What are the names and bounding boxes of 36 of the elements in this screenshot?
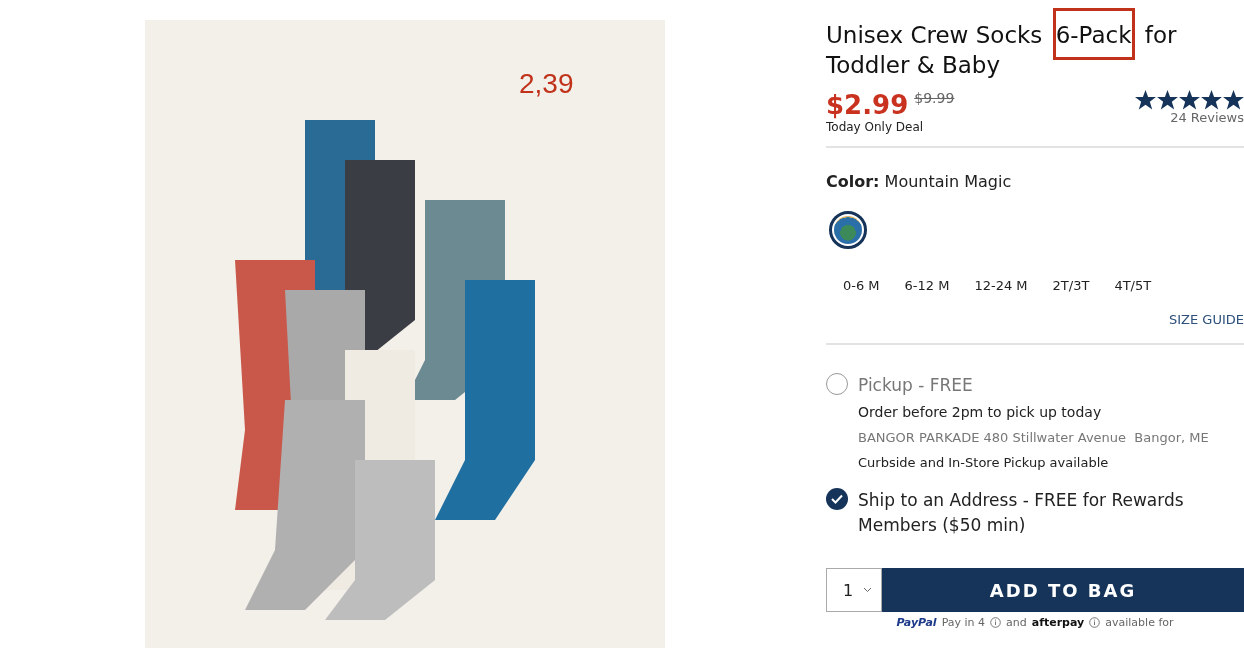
delivery-option-title: Pickup - FREE [858, 374, 974, 397]
paypal-logo: PayPal [896, 616, 937, 629]
quantity-select[interactable]: 1 [826, 568, 882, 612]
original-price: $9.99 [914, 90, 955, 106]
info-icon[interactable] [990, 617, 1002, 628]
add-to-bag-button[interactable]: ADD TO BAG [882, 568, 1244, 612]
star-icon [1135, 90, 1156, 110]
color-swatch[interactable] [829, 211, 867, 249]
size-option[interactable]: 6-12 M [895, 271, 963, 300]
checked-radio[interactable] [826, 488, 848, 510]
payment-text: available for [1105, 616, 1174, 629]
star-icon [1223, 90, 1244, 110]
deal-label: Today Only Deal [826, 120, 925, 134]
checkmark-icon [831, 494, 843, 504]
payment-text: Pay in 4 [941, 616, 986, 629]
size-option[interactable]: 12-24 M [965, 271, 1041, 300]
store-address: BANGOR PARKADE 480 Stillwater Avenue Bangor, ME [858, 430, 1209, 445]
star-icon [1157, 90, 1178, 110]
product-title: Unisex Crew Socks 6-Pack for Toddler & Baby [826, 20, 1244, 80]
star-icon [1201, 90, 1222, 110]
reviews-link[interactable]: 24 Reviews [1135, 110, 1244, 125]
caret-icon [863, 587, 873, 593]
color-label: Color: Mountain Magic [826, 172, 1013, 191]
size-option[interactable]: 4T/5T [1105, 271, 1165, 300]
star-icon [1179, 90, 1200, 110]
afterpay-logo: afterpay [1031, 616, 1085, 629]
pickup-deadline: Order before 2pm to pick up today [858, 404, 1103, 420]
info-icon[interactable] [1089, 617, 1101, 628]
size-option[interactable]: 0-6 M [834, 271, 893, 300]
size-guide-link[interactable]: SIZE GUIDE [1169, 312, 1244, 327]
price-annotation: 2,39 [519, 68, 574, 100]
delivery-option-title: Ship to an Address - FREE for Rewards Members ($50 min) [858, 489, 1185, 537]
sale-price: $2.99 [826, 90, 909, 120]
payment-text: and [1006, 616, 1027, 629]
pickup-note: Curbside and In-Store Pickup available [858, 455, 1110, 470]
size-option[interactable]: 2T/3T [1043, 271, 1103, 300]
